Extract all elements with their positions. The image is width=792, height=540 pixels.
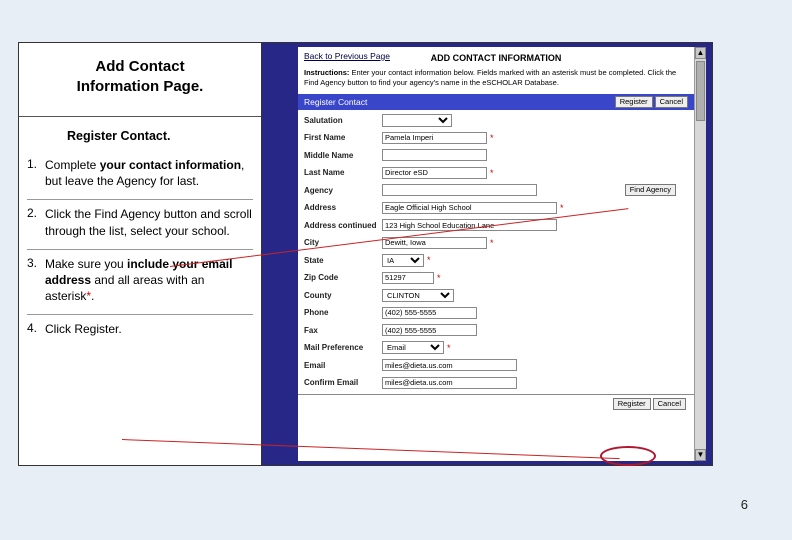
last-name-field[interactable] <box>382 167 487 179</box>
confirm-email-field[interactable] <box>382 377 517 389</box>
state-select[interactable]: IA <box>382 254 424 267</box>
register-button-top[interactable]: Register <box>615 96 653 108</box>
step-4: 4. Click Register. <box>27 315 253 347</box>
salutation-select[interactable] <box>382 114 452 127</box>
steps-list: 1. Complete your contact information, bu… <box>19 149 261 348</box>
step-number: 2. <box>27 206 45 238</box>
label-state: State <box>304 256 382 265</box>
label-fax: Fax <box>304 326 382 335</box>
label-first: First Name <box>304 133 382 142</box>
county-select[interactable]: CLINTON <box>382 289 454 302</box>
page-number: 6 <box>741 497 748 512</box>
cancel-button-bottom[interactable]: Cancel <box>653 398 686 410</box>
step-number: 1. <box>27 157 45 189</box>
find-agency-button[interactable]: Find Agency <box>625 184 676 196</box>
step-2: 2. Click the Find Agency button and scro… <box>27 200 253 249</box>
required-icon: * <box>437 273 441 283</box>
scroll-thumb[interactable] <box>696 61 705 121</box>
fax-field[interactable] <box>382 324 477 336</box>
cancel-button-top[interactable]: Cancel <box>655 96 688 108</box>
required-icon: * <box>490 133 494 143</box>
step-text: Click the Find Agency button and scroll … <box>45 206 253 238</box>
back-link[interactable]: Back to Previous Page <box>304 51 390 61</box>
app-header: Back to Previous Page ADD CONTACT INFORM… <box>298 47 694 94</box>
label-salutation: Salutation <box>304 116 382 125</box>
step-text: Make sure you include your email address… <box>45 256 253 305</box>
label-middle: Middle Name <box>304 151 382 160</box>
city-field[interactable] <box>382 237 487 249</box>
footer-buttons: Register Cancel <box>298 394 694 413</box>
middle-name-field[interactable] <box>382 149 487 161</box>
label-agency: Agency <box>304 186 382 195</box>
first-name-field[interactable] <box>382 132 487 144</box>
required-icon: * <box>427 255 431 265</box>
contact-form: Salutation First Name * Middle Name Last … <box>298 110 694 394</box>
section-subhead: Register Contact. <box>19 117 261 149</box>
address-field[interactable] <box>382 202 557 214</box>
instructions-panel: Add ContactInformation Page. Register Co… <box>19 43 262 465</box>
scroll-up-arrow[interactable]: ▲ <box>695 47 706 59</box>
required-icon: * <box>490 238 494 248</box>
instructions-text: Instructions: Enter your contact informa… <box>304 67 688 92</box>
step-text: Complete your contact information, but l… <box>45 157 253 189</box>
label-address2: Address continued <box>304 221 382 230</box>
step-number: 3. <box>27 256 45 305</box>
required-icon: * <box>447 343 451 353</box>
label-address: Address <box>304 203 382 212</box>
mailpref-select[interactable]: Email <box>382 341 444 354</box>
phone-field[interactable] <box>382 307 477 319</box>
label-last: Last Name <box>304 168 382 177</box>
title-box: Add ContactInformation Page. <box>19 43 261 117</box>
slide: Add ContactInformation Page. Register Co… <box>18 42 713 466</box>
scrollbar[interactable]: ▲ ▼ <box>694 47 706 461</box>
highlight-circle <box>600 446 656 466</box>
label-mailpref: Mail Preference <box>304 343 382 352</box>
step-text: Click Register. <box>45 321 253 337</box>
browser-window: ▲ ▼ Back to Previous Page ADD CONTACT IN… <box>298 47 706 461</box>
screenshot-panel: ▲ ▼ Back to Previous Page ADD CONTACT IN… <box>262 43 712 465</box>
required-icon: * <box>490 168 494 178</box>
step-number: 4. <box>27 321 45 337</box>
label-county: County <box>304 291 382 300</box>
zip-field[interactable] <box>382 272 434 284</box>
page-title: Add ContactInformation Page. <box>25 57 255 96</box>
required-icon: * <box>560 203 564 213</box>
scroll-down-arrow[interactable]: ▼ <box>695 449 706 461</box>
label-cemail: Confirm Email <box>304 378 382 387</box>
register-button-bottom[interactable]: Register <box>613 398 651 410</box>
section-bar: Register Contact Register Cancel <box>298 94 694 110</box>
label-zip: Zip Code <box>304 273 382 282</box>
app-content: Back to Previous Page ADD CONTACT INFORM… <box>298 47 694 461</box>
email-field[interactable] <box>382 359 517 371</box>
section-label: Register Contact <box>304 97 367 107</box>
label-email: Email <box>304 361 382 370</box>
label-phone: Phone <box>304 308 382 317</box>
step-1: 1. Complete your contact information, bu… <box>27 151 253 200</box>
agency-field[interactable] <box>382 184 537 196</box>
